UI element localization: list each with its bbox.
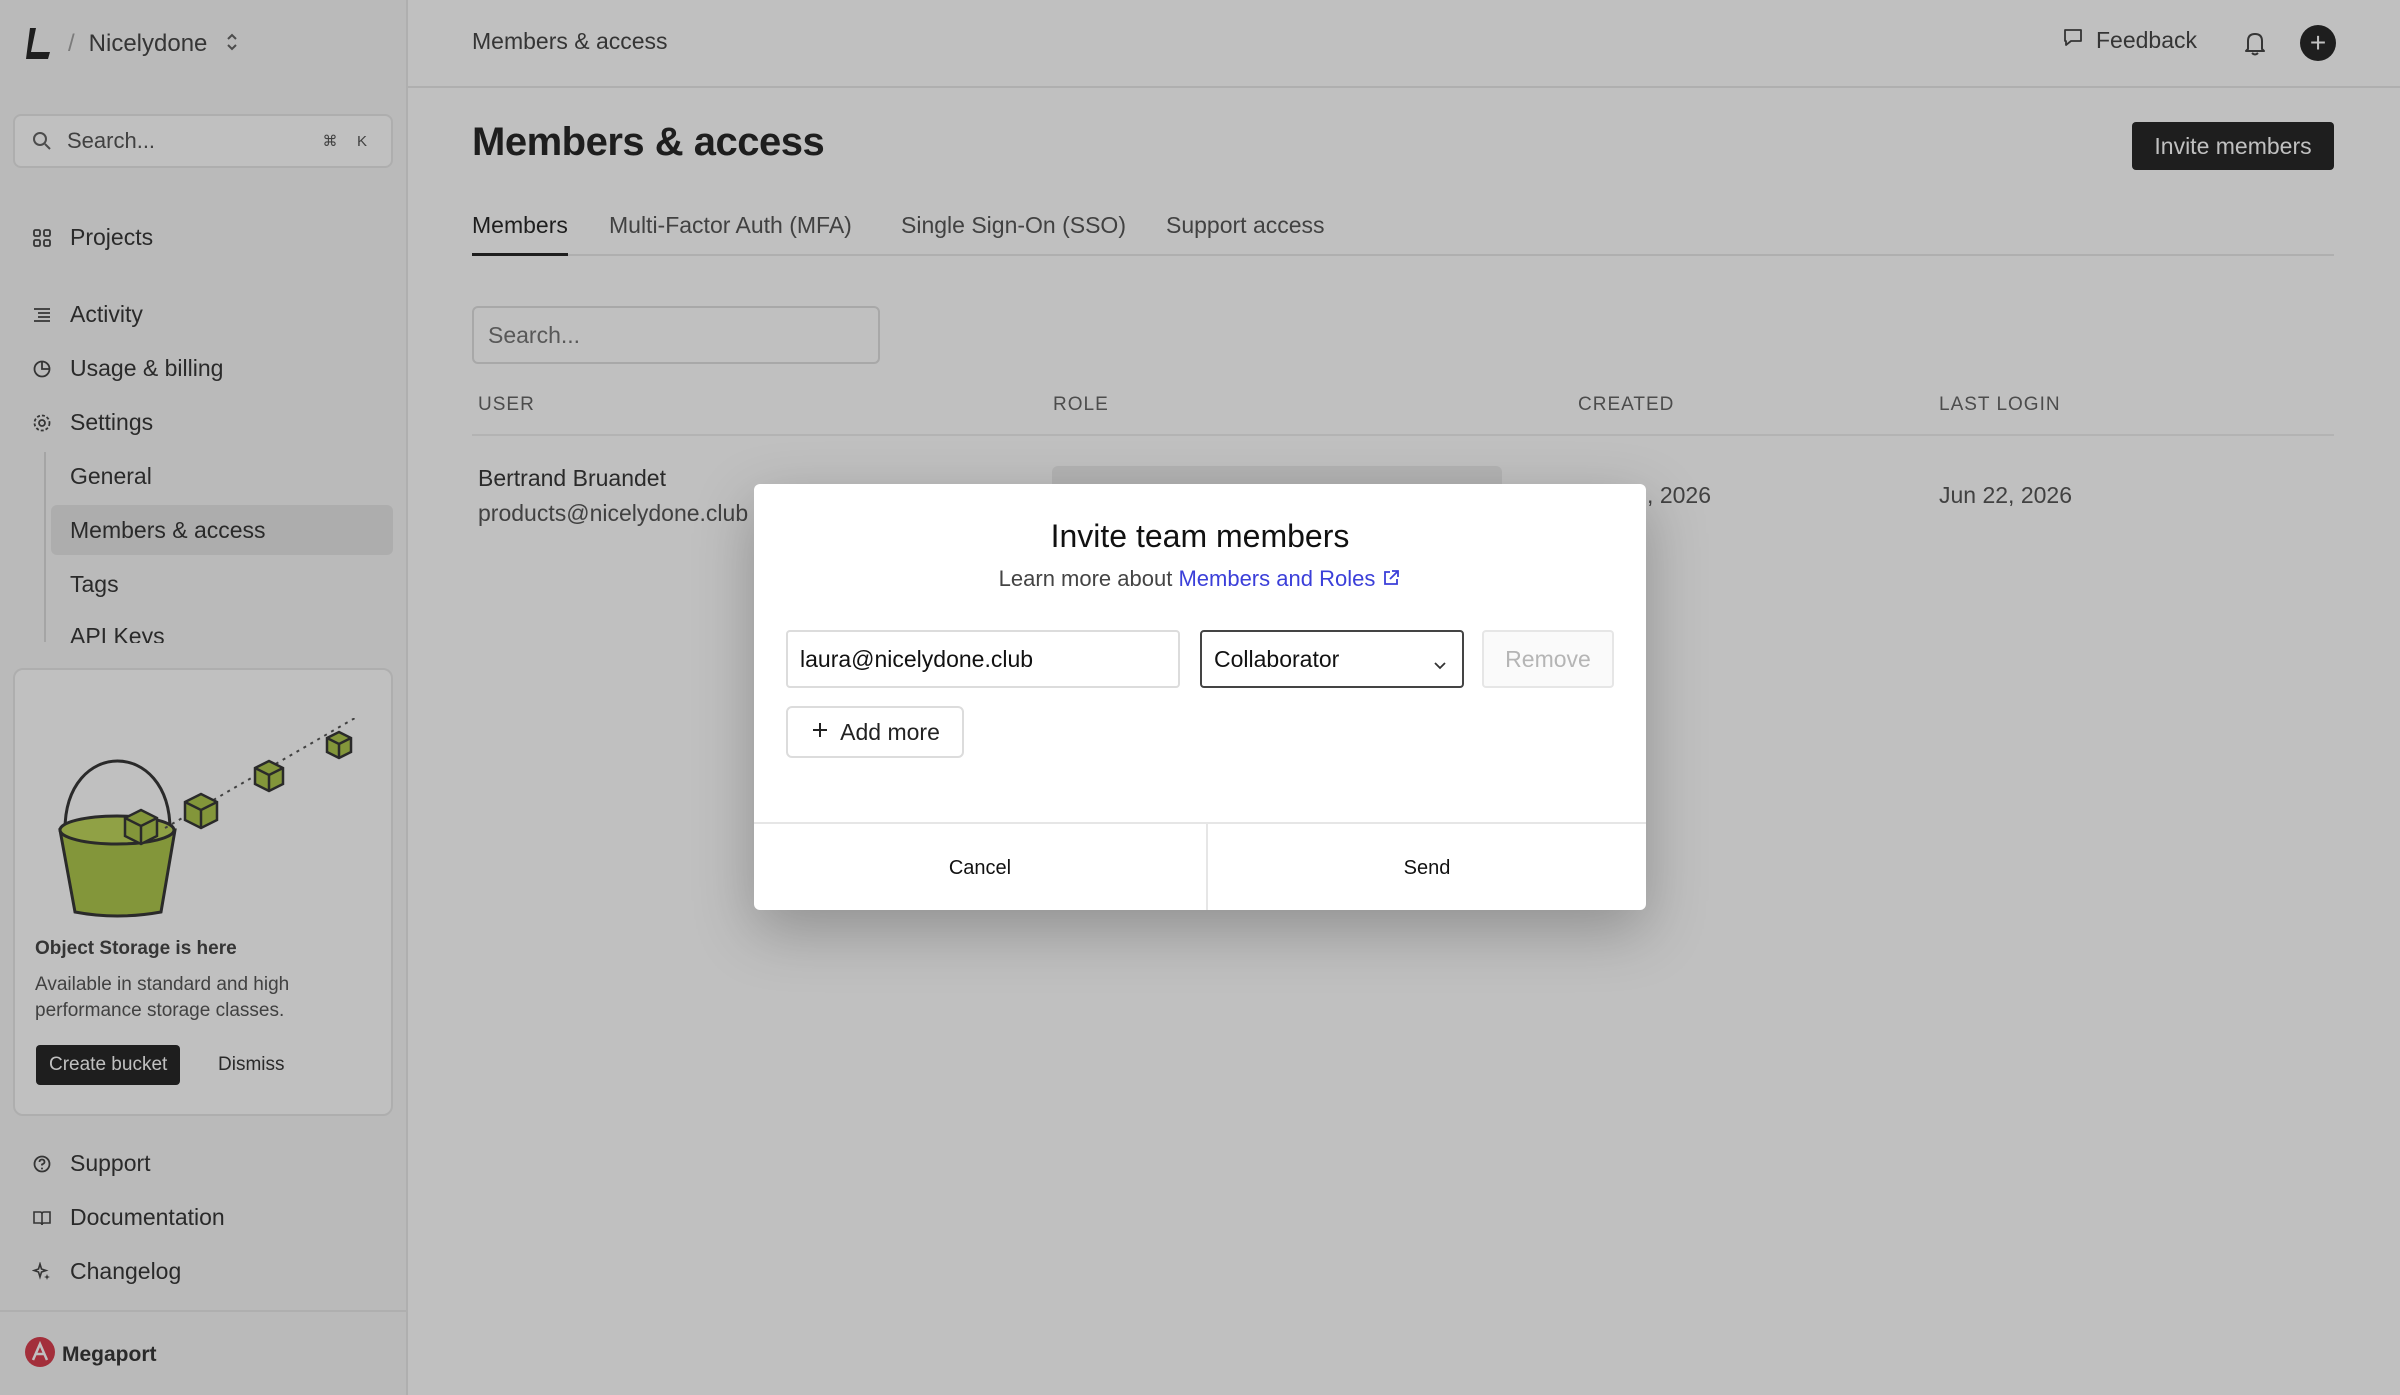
modal-subtitle-text: Learn more about bbox=[998, 566, 1173, 591]
members-roles-link-label: Members and Roles bbox=[1178, 566, 1376, 591]
send-button[interactable]: Send bbox=[1208, 824, 1646, 910]
modal-subtitle: Learn more about Members and Roles bbox=[754, 566, 1646, 592]
external-link-icon bbox=[1381, 568, 1401, 588]
cancel-button[interactable]: Cancel bbox=[754, 824, 1208, 910]
modal-title: Invite team members bbox=[1050, 518, 1350, 554]
plus-icon bbox=[810, 719, 830, 746]
add-more-button[interactable]: Add more bbox=[786, 706, 964, 758]
chevron-down-icon bbox=[1432, 652, 1448, 670]
invite-email-input[interactable] bbox=[786, 630, 1180, 688]
members-roles-link[interactable]: Members and Roles bbox=[1178, 566, 1401, 591]
add-more-label: Add more bbox=[840, 718, 940, 745]
invite-role-select[interactable]: Collaborator bbox=[1200, 630, 1464, 688]
modal-footer: Cancel Send bbox=[754, 822, 1646, 910]
invite-role-value: Collaborator bbox=[1214, 645, 1340, 672]
invite-modal: Invite team members Learn more about Mem… bbox=[754, 484, 1646, 910]
remove-invite-button[interactable]: Remove bbox=[1482, 630, 1614, 688]
